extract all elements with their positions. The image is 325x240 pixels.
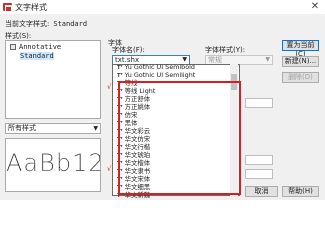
annotation-highlight-box (118, 81, 241, 195)
chevron-down-icon: ▼ (265, 56, 270, 63)
preview-box: AaBb12 (5, 138, 105, 192)
style-item-standard[interactable]: Standard (10, 52, 54, 60)
close-icon[interactable]: ✕ (309, 1, 321, 13)
height-field[interactable] (245, 98, 273, 108)
current-style-value: Standard (53, 20, 88, 28)
font-name-label: 字体名(F): (112, 46, 145, 54)
side-tick-mark: √ (107, 165, 112, 173)
annotative-icon (10, 44, 16, 50)
style-item-annotative[interactable]: Annotative (10, 43, 61, 51)
side-tick-mark: √ (107, 83, 112, 91)
current-style-row: 当前文字样式: Standard (5, 19, 87, 29)
oblique-angle-field[interactable] (245, 169, 273, 179)
preview-sample-text: AaBb12 (6, 149, 105, 177)
width-factor-field[interactable] (245, 155, 273, 165)
delete-style-button[interactable]: 删除(D) (282, 72, 319, 83)
styles-list[interactable]: Annotative Standard (5, 40, 101, 119)
set-current-button[interactable]: 置为当前(C) (282, 40, 319, 58)
window-title: 文字样式 (15, 3, 47, 12)
cancel-button[interactable]: 取消 (245, 186, 278, 197)
chevron-down-icon: ▼ (93, 125, 98, 132)
new-style-button[interactable]: 新建(N)... (282, 56, 319, 67)
style-filter-select[interactable]: 所有样式 ▼ (5, 123, 101, 134)
help-button[interactable]: 帮助(H) (282, 186, 319, 197)
current-style-label: 当前文字样式: (5, 20, 50, 28)
font-style-label: 字体样式(Y): (205, 46, 246, 54)
app-icon (3, 3, 12, 12)
title-bar: 文字样式 ✕ (0, 0, 325, 14)
